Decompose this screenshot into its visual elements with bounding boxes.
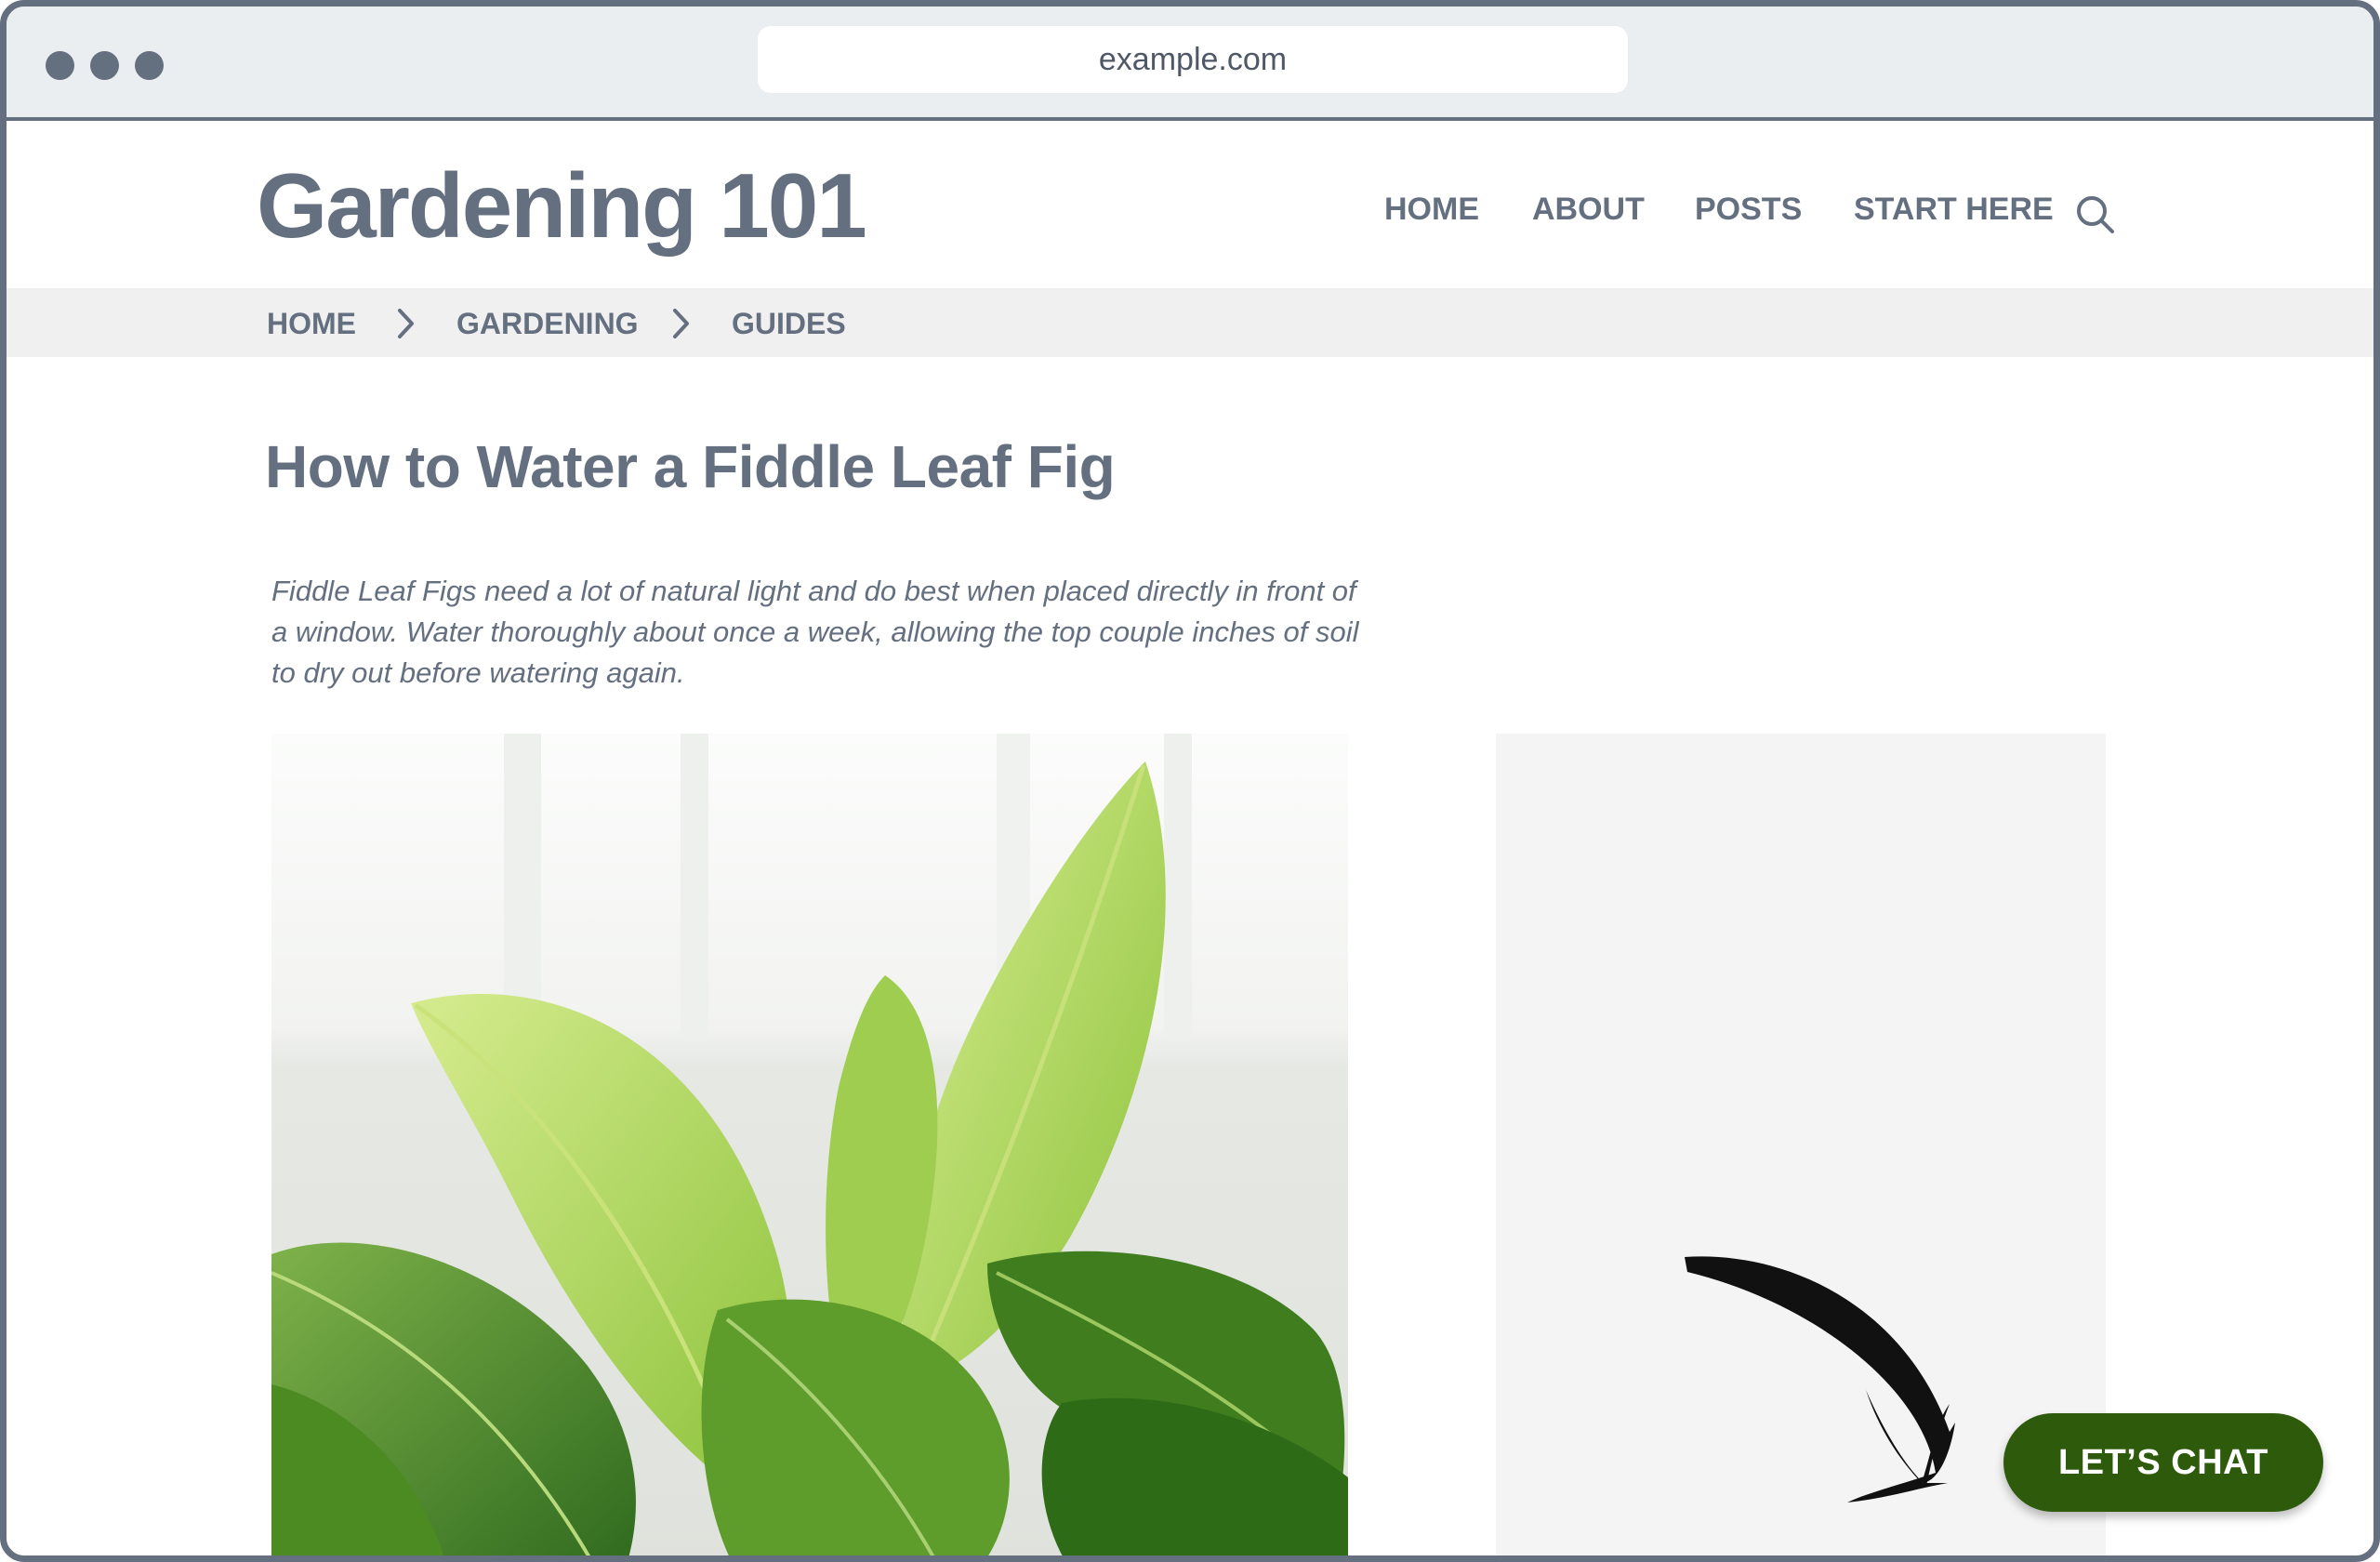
breadcrumb: HOME GARDENING GUIDES [7, 288, 2373, 357]
breadcrumb-gardening[interactable]: GARDENING [456, 309, 639, 338]
browser-toolbar: example.com [7, 7, 2373, 121]
breadcrumb-guides[interactable]: GUIDES [732, 309, 846, 338]
site-logo[interactable]: Gardening 101 [257, 160, 867, 251]
chevron-right-icon [398, 309, 414, 338]
nav-posts[interactable]: POSTS [1695, 193, 1802, 225]
lets-chat-label: LET’S CHAT [2058, 1442, 2268, 1482]
article-excerpt: Fiddle Leaf Figs need a lot of natural l… [271, 575, 1359, 689]
address-bar[interactable]: example.com [758, 26, 1628, 93]
search-icon[interactable] [2074, 193, 2117, 236]
hero-image-fiddle-leaf-fig [271, 734, 1348, 1555]
nav-start-here[interactable]: START HERE [1854, 193, 2054, 225]
window-control-dot[interactable] [135, 51, 164, 80]
chevron-right-icon [673, 309, 689, 338]
window-control-dot[interactable] [90, 51, 119, 80]
address-bar-url: example.com [1098, 41, 1288, 77]
web-page: Gardening 101 HOME ABOUT POSTS START HER… [7, 121, 2373, 1555]
nav-about[interactable]: ABOUT [1532, 193, 1645, 225]
lets-chat-button[interactable]: LET’S CHAT [2003, 1413, 2323, 1512]
article-title: How to Water a Fiddle Leaf Fig [265, 433, 1116, 500]
plant-photo [271, 734, 1348, 1555]
breadcrumb-home[interactable]: HOME [267, 309, 356, 338]
arrow-pointer-icon [1685, 1256, 1955, 1502]
nav-home[interactable]: HOME [1384, 193, 1479, 225]
browser-window: example.com Gardening 101 HOME ABOUT POS… [0, 0, 2380, 1562]
window-control-dot[interactable] [46, 51, 74, 80]
